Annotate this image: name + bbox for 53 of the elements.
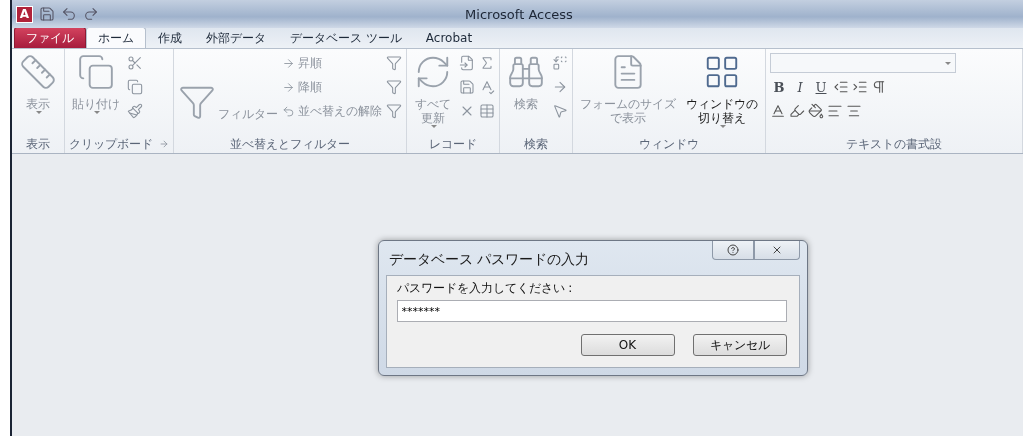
font-name-field[interactable] bbox=[770, 53, 956, 73]
dialog-title: データベース パスワードの入力 bbox=[387, 250, 589, 269]
align-left-icon[interactable] bbox=[827, 103, 843, 119]
filter-icon[interactable] bbox=[386, 79, 402, 95]
highlighter-icon[interactable] bbox=[789, 103, 805, 119]
close-button[interactable] bbox=[753, 241, 800, 260]
password-field[interactable]: ******* bbox=[396, 300, 787, 322]
launcher-icon[interactable] bbox=[159, 139, 169, 149]
help-icon bbox=[726, 244, 739, 256]
caret-icon bbox=[945, 61, 951, 65]
group-label: テキストの書式設 bbox=[846, 135, 942, 153]
ribbon-tab[interactable]: ホーム bbox=[86, 27, 146, 48]
filter-icon[interactable] bbox=[386, 103, 402, 119]
format-button[interactable]: U bbox=[812, 79, 830, 95]
spell-check-icon[interactable] bbox=[479, 79, 495, 95]
save-icon[interactable] bbox=[459, 79, 475, 95]
font-color-icon[interactable] bbox=[770, 103, 786, 119]
ribbon-tab[interactable]: 外部データ bbox=[194, 27, 278, 48]
scissors-icon[interactable] bbox=[127, 55, 143, 71]
filter-icon[interactable] bbox=[386, 55, 402, 71]
group-label: ウィンドウ bbox=[639, 135, 699, 153]
pointer-icon[interactable] bbox=[552, 103, 568, 119]
copy-icon[interactable] bbox=[127, 79, 143, 95]
cancel-button[interactable]: キャンセル bbox=[692, 334, 787, 356]
app-logo: A bbox=[16, 5, 33, 23]
indent-increase-icon[interactable] bbox=[852, 79, 868, 95]
password-label: パスワードを入力してください : bbox=[396, 280, 574, 297]
group-label: レコード bbox=[429, 135, 477, 153]
fill-icon[interactable] bbox=[808, 103, 824, 119]
redo-icon[interactable] bbox=[83, 6, 99, 22]
save-icon[interactable] bbox=[39, 6, 55, 22]
ruler-icon[interactable] bbox=[19, 53, 57, 91]
ribbon-tab[interactable]: Acrobat bbox=[413, 27, 485, 48]
table-icon[interactable] bbox=[479, 103, 495, 119]
help-button[interactable] bbox=[711, 241, 754, 260]
ribbon-button[interactable]: ウィンドウの 切り替え bbox=[686, 97, 758, 125]
group-label: 並べ替えとフィルター bbox=[230, 135, 350, 153]
paragraph-icon[interactable] bbox=[871, 79, 887, 95]
ribbon-tab[interactable]: データベース ツール bbox=[278, 27, 414, 48]
ok-button[interactable]: OK bbox=[580, 334, 675, 356]
ribbon-tab[interactable]: 作成 bbox=[146, 27, 194, 48]
group-label: 表示 bbox=[26, 135, 50, 153]
window-title: Microsoft Access bbox=[464, 6, 574, 22]
sigma-icon[interactable] bbox=[479, 55, 495, 71]
undo-icon[interactable] bbox=[61, 6, 77, 22]
format-button[interactable]: I bbox=[791, 79, 809, 95]
group-label: 検索 bbox=[524, 135, 548, 153]
group-label: クリップボード bbox=[69, 135, 153, 153]
brush-icon[interactable] bbox=[127, 103, 143, 119]
align-center-icon[interactable] bbox=[846, 103, 862, 119]
indent-decrease-icon[interactable] bbox=[833, 79, 849, 95]
format-button[interactable]: B bbox=[770, 79, 788, 95]
ribbon-tab[interactable]: ファイル bbox=[14, 27, 86, 48]
